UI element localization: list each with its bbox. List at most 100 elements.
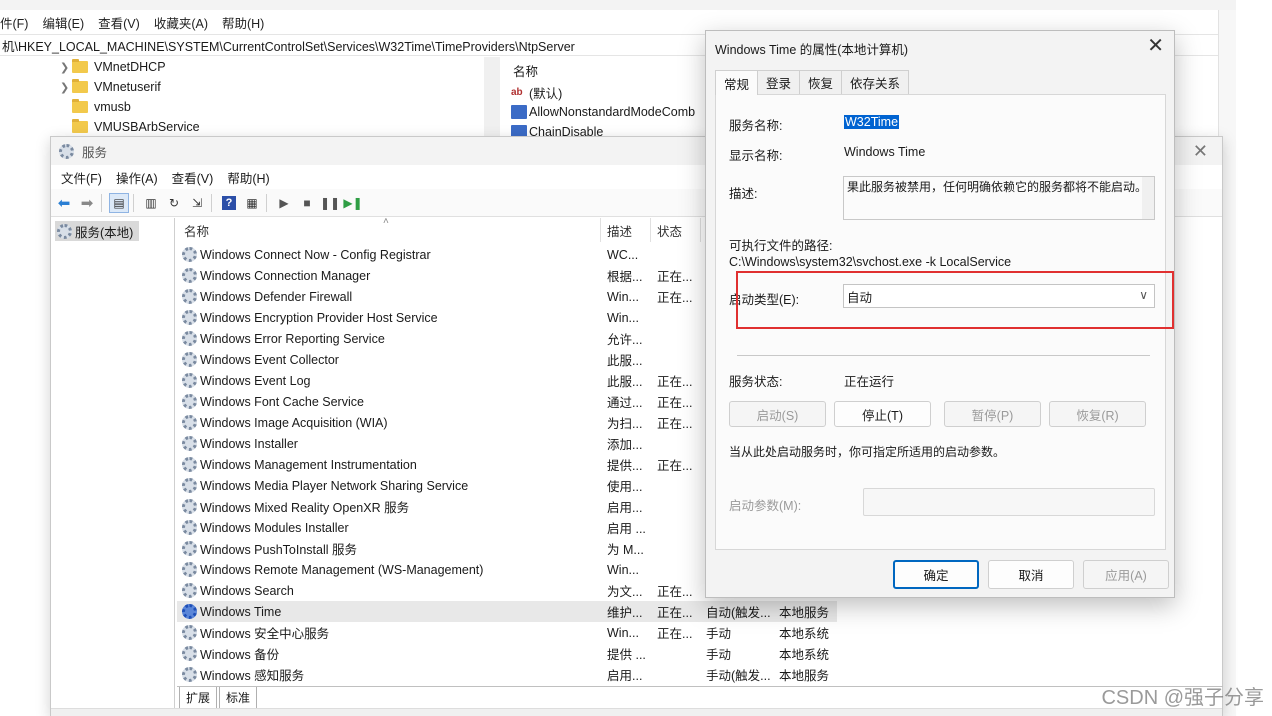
registry-tree: ❯ VMnetDHCP ❯ VMnetuserif vmusb VMUSBArb…: [0, 57, 500, 137]
cancel-button[interactable]: 取消: [988, 560, 1074, 589]
registry-menu-file[interactable]: 件(F): [0, 13, 28, 32]
service-gear-icon: [182, 667, 197, 682]
restart-service-icon[interactable]: ▶❚: [343, 193, 363, 213]
chevron-right-icon[interactable]: ❯: [60, 61, 72, 74]
help-icon[interactable]: ?: [219, 193, 239, 213]
service-name-cell: Windows Error Reporting Service: [182, 331, 385, 346]
service-name: Windows Modules Installer: [200, 520, 349, 535]
registry-address-text: 机\HKEY_LOCAL_MACHINE\SYSTEM\CurrentContr…: [2, 39, 575, 54]
column-header-status[interactable]: 状态: [651, 218, 701, 242]
tree-node-vmnetuserif[interactable]: ❯ VMnetuserif: [60, 77, 161, 97]
pause-button[interactable]: 暂停(P): [944, 401, 1041, 427]
service-desc: 此服...: [607, 354, 643, 368]
service-gear-icon: [182, 415, 197, 430]
registry-menu-view[interactable]: 查看(V): [98, 13, 140, 32]
tree-node-vmusb[interactable]: vmusb: [72, 97, 131, 117]
path-value[interactable]: C:\Windows\system32\svchost.exe -k Local…: [729, 255, 1011, 269]
table-row[interactable]: Windows 感知服务 启用... 手动(触发... 本地服务: [177, 664, 837, 685]
service-desc: 使用...: [607, 480, 643, 494]
table-row[interactable]: Windows 安全中心服务 Win... 正在... 手动 本地系统: [177, 622, 837, 643]
service-status: 正在...: [657, 270, 693, 284]
show-hide-action-pane-icon[interactable]: ▦: [242, 193, 262, 213]
column-header-name[interactable]: 名称 ˄: [177, 218, 601, 242]
watermark-text: CSDN @强子分享: [1101, 687, 1264, 709]
properties-icon[interactable]: ▥: [141, 193, 161, 213]
service-logon-as: 本地服务: [779, 669, 830, 683]
refresh-icon[interactable]: ↻: [164, 193, 184, 213]
services-title: 服务: [82, 145, 108, 160]
service-name-cell: Windows Connection Manager: [182, 268, 370, 283]
tab-general[interactable]: 常规: [715, 70, 759, 95]
startup-params-input[interactable]: [863, 488, 1155, 516]
startup-params-label: 启动参数(M):: [729, 499, 802, 513]
forward-arrow-icon[interactable]: ➡: [77, 193, 97, 213]
values-name-header[interactable]: 名称: [513, 61, 538, 80]
back-arrow-icon[interactable]: ⬅: [54, 193, 74, 213]
service-gear-icon: [182, 268, 197, 283]
service-gear-icon: [182, 499, 197, 514]
service-name-value[interactable]: W32Time: [844, 115, 900, 129]
service-desc: 为扫...: [607, 417, 643, 431]
value-row-allownonstandard[interactable]: AllowNonstandardModeComb: [511, 105, 695, 119]
service-gear-icon: [182, 583, 197, 598]
services-menu-help[interactable]: 帮助(H): [227, 168, 269, 187]
apply-button[interactable]: 应用(A): [1083, 560, 1169, 589]
service-startup-type: 自动(触发...: [706, 606, 771, 620]
service-name-cell: Windows Image Acquisition (WIA): [182, 415, 388, 430]
resume-button[interactable]: 恢复(R): [1049, 401, 1146, 427]
startup-params-hint: 当从此处启动服务时，你可指定所适用的启动参数。: [729, 445, 1006, 459]
service-logon-as: 本地系统: [779, 627, 830, 641]
tree-node-vmnetdhcp[interactable]: ❯ VMnetDHCP: [60, 57, 166, 77]
registry-menu-favorites[interactable]: 收藏夹(A): [154, 13, 208, 32]
registry-menu-edit[interactable]: 编辑(E): [42, 13, 84, 32]
tab-recovery[interactable]: 恢复: [799, 70, 843, 94]
pause-service-icon[interactable]: ❚❚: [320, 193, 340, 213]
start-button[interactable]: 启动(S): [729, 401, 826, 427]
service-gear-icon: [182, 478, 197, 493]
services-close-icon[interactable]: ✕: [1193, 141, 1208, 161]
tab-standard[interactable]: 标准: [219, 687, 258, 709]
start-service-icon[interactable]: ▶: [274, 193, 294, 213]
stop-button[interactable]: 停止(T): [834, 401, 931, 427]
highlight-annotation-box: [736, 271, 1174, 329]
general-tab-panel: 服务名称: W32Time 显示名称: Windows Time 描述: 果此服…: [715, 94, 1174, 550]
stop-service-icon[interactable]: ■: [297, 193, 317, 213]
service-name-label: 服务名称:: [729, 119, 783, 133]
console-tree-icon[interactable]: ▤: [109, 192, 129, 213]
dialog-close-icon[interactable]: ✕: [1147, 34, 1164, 58]
value-row-default[interactable]: ab (默认): [511, 83, 562, 102]
service-name: Windows Defender Firewall: [200, 289, 353, 304]
column-header-desc[interactable]: 描述: [601, 218, 651, 242]
column-header-label: 状态: [657, 224, 683, 239]
services-menu-view[interactable]: 查看(V): [172, 168, 214, 187]
chevron-right-icon[interactable]: ❯: [60, 81, 72, 94]
service-gear-icon: [182, 604, 197, 619]
properties-dialog: Windows Time 的属性(本地计算机) ✕ 常规 登录 恢复 依存关系 …: [705, 30, 1175, 598]
service-status: 正在...: [657, 585, 693, 599]
service-name-cell: Windows Search: [182, 583, 294, 598]
tab-extended[interactable]: 扩展: [179, 687, 218, 709]
ok-button[interactable]: 确定: [893, 560, 979, 589]
service-name-cell: Windows Font Cache Service: [182, 394, 364, 409]
description-scrollbar[interactable]: [1142, 177, 1154, 219]
registry-menu-help[interactable]: 帮助(H): [222, 13, 264, 32]
service-gear-icon: [182, 520, 197, 535]
services-menu-action[interactable]: 操作(A): [116, 168, 158, 187]
service-name: Windows PushToInstall 服务: [200, 543, 358, 557]
tree-node-vmusbarbservice[interactable]: VMUSBArbService: [72, 117, 200, 137]
description-textbox[interactable]: 果此服务被禁用，任何明确依赖它的服务都将不能启动。: [843, 176, 1155, 220]
folder-icon: [72, 79, 88, 93]
services-menu-file[interactable]: 文件(F): [61, 168, 102, 187]
service-name: Windows Connect Now - Config Registrar: [200, 247, 431, 262]
tree-item-services-local[interactable]: 服务(本地): [55, 221, 139, 241]
tab-logon[interactable]: 登录: [757, 70, 801, 94]
display-name-value[interactable]: Windows Time: [844, 145, 925, 159]
value-name: (默认): [529, 87, 563, 101]
tab-dependencies[interactable]: 依存关系: [841, 70, 910, 94]
service-startup-type: 手动(触发...: [706, 669, 771, 683]
table-row[interactable]: Windows Time 维护... 正在... 自动(触发... 本地服务: [177, 601, 837, 622]
export-list-icon[interactable]: ⇲: [187, 193, 207, 213]
table-row[interactable]: Windows 备份 提供 ... 手动 本地系统: [177, 643, 837, 664]
registry-tree-scrollbar[interactable]: [484, 57, 500, 137]
service-startup-type: 手动: [706, 648, 732, 662]
